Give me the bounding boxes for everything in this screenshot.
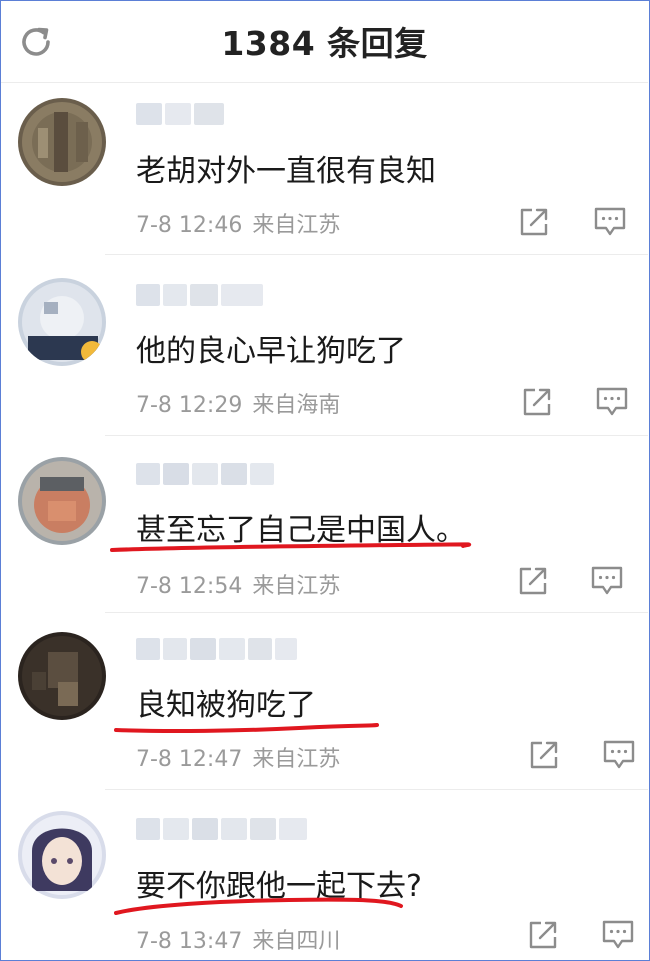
comment-time: 7-8 12:54 [136,574,243,599]
comment-location: 来自江苏 [252,747,341,772]
share-icon[interactable] [517,565,549,597]
comment-meta: 7-8 12:29 来自海南 [136,387,340,419]
reply-icon[interactable] [590,565,624,597]
reply-count-title: 1384 条回复 [221,24,428,63]
comment-meta: 7-8 12:54 来自江苏 [136,568,340,600]
username-blurred[interactable] [136,638,297,664]
avatar[interactable] [18,632,106,720]
comment-item[interactable]: 良知被狗吃了 7-8 12:47 来自江苏 [1,614,648,790]
divider [105,435,648,436]
username-blurred[interactable] [136,103,224,129]
red-underline-annotation [114,723,379,734]
username-blurred[interactable] [136,463,274,489]
comment-time: 7-8 12:29 [136,393,243,418]
comment-time: 7-8 13:47 [136,929,243,954]
username-blurred[interactable] [136,284,263,310]
comment-time: 7-8 12:46 [136,213,243,238]
username-blurred[interactable] [136,818,307,844]
share-icon[interactable] [528,739,560,771]
share-icon[interactable] [527,919,559,951]
divider [105,612,648,613]
comment-item[interactable]: 他的良心早让狗吃了 7-8 12:29 来自海南 [1,256,648,436]
divider [105,254,648,255]
comment-item[interactable]: 老胡对外一直很有良知 7-8 12:46 来自江苏 [1,83,648,255]
comment-meta: 7-8 12:47 来自江苏 [136,741,340,773]
red-underline-annotation [114,897,403,915]
avatar[interactable] [18,278,106,366]
comment-item[interactable]: 甚至忘了自己是中国人。 7-8 12:54 来自江苏 [1,437,648,613]
comment-location: 来自江苏 [252,213,341,238]
comment-location: 来自海南 [252,393,341,418]
reply-header: 1384 条回复 [1,1,648,83]
comment-location: 来自江苏 [252,574,341,599]
comment-item[interactable]: 要不你跟他一起下去? 7-8 13:47 来自四川 [1,791,648,959]
share-icon[interactable] [521,386,553,418]
reply-icon[interactable] [601,919,635,951]
comment-time: 7-8 12:47 [136,747,243,772]
share-icon[interactable] [518,206,550,238]
comment-location: 来自四川 [252,929,341,954]
comment-text: 老胡对外一直很有良知 [136,154,436,189]
comment-meta: 7-8 12:46 来自江苏 [136,207,340,239]
comment-text: 他的良心早让狗吃了 [136,334,406,369]
avatar[interactable] [18,98,106,186]
divider [105,789,648,790]
reply-icon[interactable] [593,206,627,238]
comment-meta: 7-8 13:47 来自四川 [136,923,340,955]
reply-icon[interactable] [602,739,636,771]
reply-icon[interactable] [595,386,629,418]
avatar[interactable] [18,811,106,899]
avatar[interactable] [18,457,106,545]
red-underline-annotation [110,542,472,552]
